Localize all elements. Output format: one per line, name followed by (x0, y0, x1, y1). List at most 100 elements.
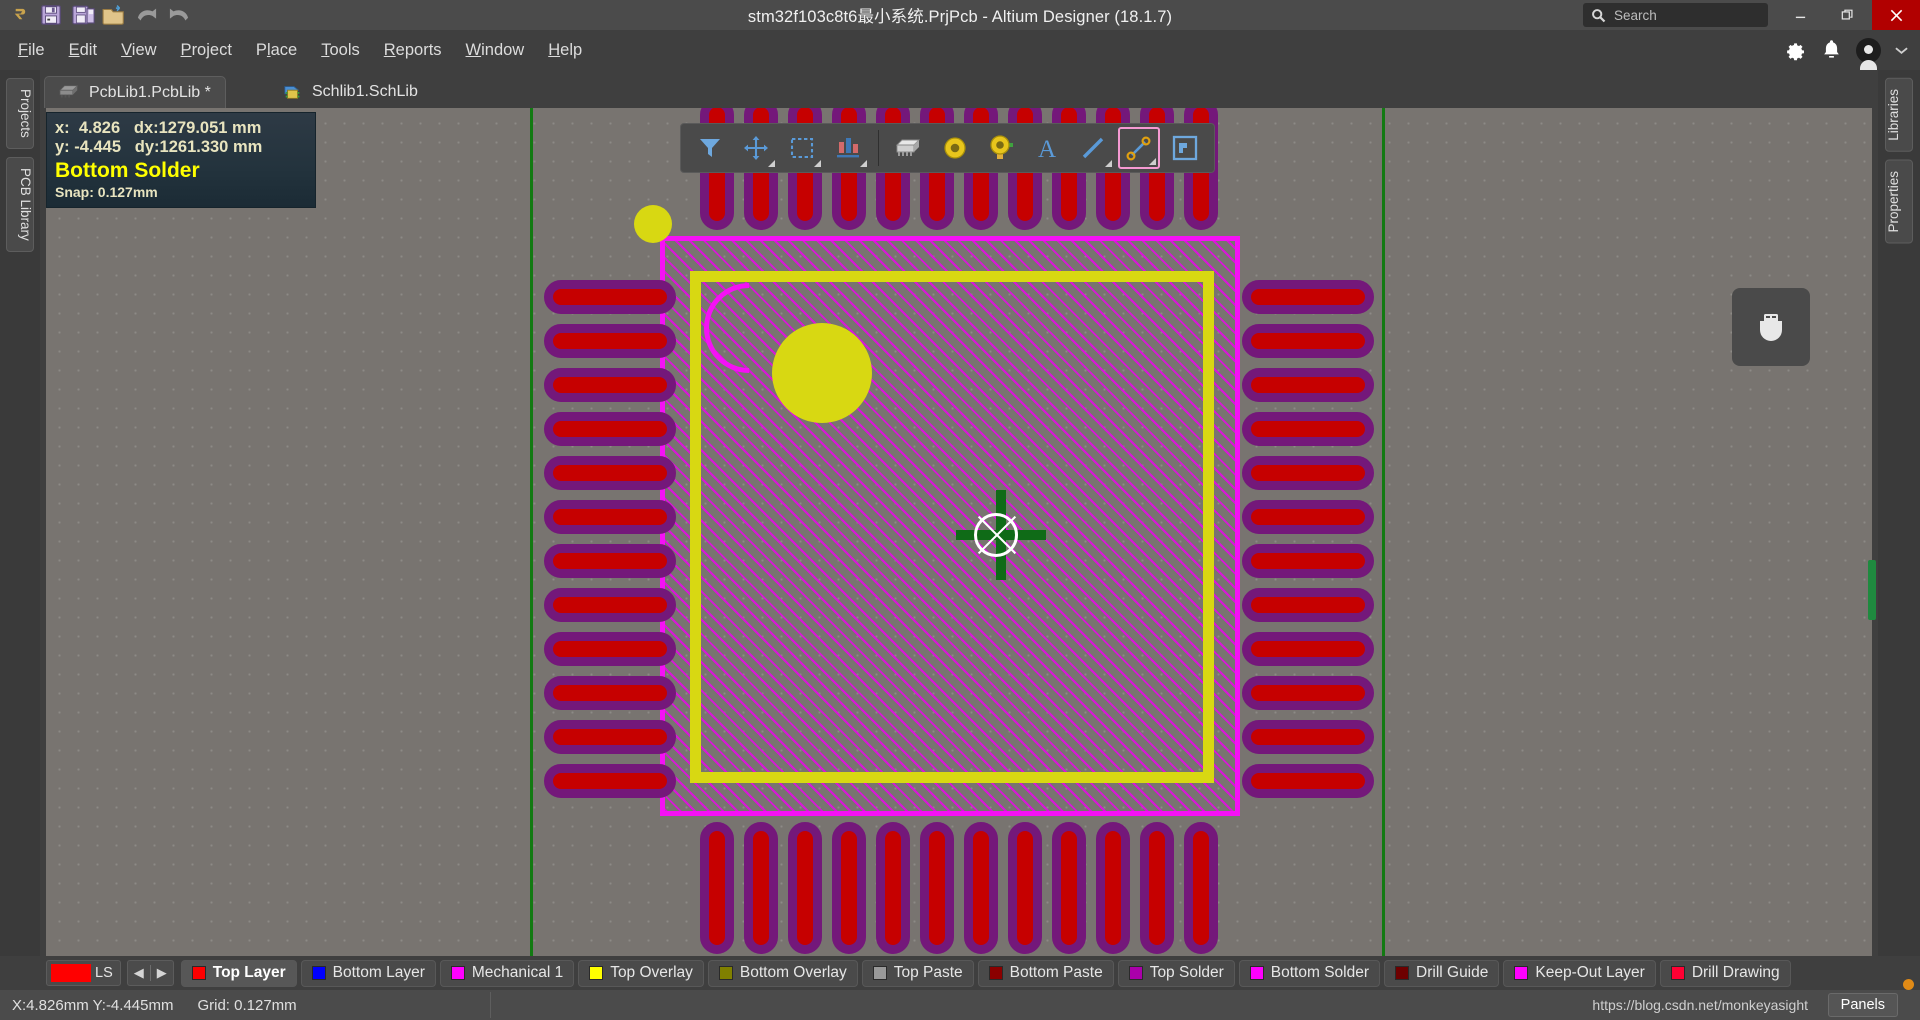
tab-schlib1[interactable]: Schlib1.SchLib (268, 76, 432, 108)
pad-left-4[interactable] (544, 412, 676, 446)
filter-icon[interactable] (689, 127, 731, 169)
pad-right-10[interactable] (1242, 676, 1374, 710)
menu-view[interactable]: View (109, 37, 168, 64)
layer-tab-drill-drawing[interactable]: Drill Drawing (1659, 959, 1791, 987)
component-icon[interactable] (888, 127, 930, 169)
coordinate-hud: x: 4.826 dx:1279.051 mm y: -4.445 dy:126… (46, 112, 316, 209)
polygon-pour-icon[interactable] (1164, 127, 1206, 169)
via-icon[interactable] (980, 127, 1022, 169)
board-shape-icon-button[interactable] (1732, 288, 1810, 366)
pad-bottom-7[interactable] (964, 822, 998, 954)
pad-bottom-5[interactable] (876, 822, 910, 954)
pad-bottom-4[interactable] (832, 822, 866, 954)
save-all-icon[interactable] (68, 1, 98, 29)
move-icon[interactable] (735, 127, 777, 169)
pad-left-2[interactable] (544, 324, 676, 358)
canvas-vertical-scrollbar[interactable] (1868, 560, 1876, 620)
align-icon[interactable] (827, 127, 869, 169)
tab-pcblib1[interactable]: PcbLib1.PcbLib * (44, 76, 226, 108)
route-track-icon[interactable] (1118, 127, 1160, 169)
layer-tab-top-overlay[interactable]: Top Overlay (578, 959, 704, 987)
gear-icon[interactable] (1782, 38, 1807, 63)
layer-tab-bottom-solder[interactable]: Bottom Solder (1238, 959, 1381, 987)
layer-tab-label: Drill Drawing (1691, 964, 1780, 981)
sidebar-item-projects[interactable]: Projects (6, 78, 34, 149)
bell-icon[interactable] (1821, 38, 1842, 62)
pad-left-6[interactable] (544, 500, 676, 534)
pad-bottom-3[interactable] (788, 822, 822, 954)
maximize-restore-button[interactable] (1824, 0, 1872, 30)
redo-icon[interactable] (164, 1, 194, 29)
menu-project[interactable]: Project (169, 37, 244, 64)
pad-bottom-8[interactable] (1008, 822, 1042, 954)
menu-help[interactable]: Help (536, 37, 594, 64)
sidebar-item-libraries[interactable]: Libraries (1885, 78, 1913, 152)
layer-tab-drill-guide[interactable]: Drill Guide (1384, 959, 1500, 987)
pad-left-9[interactable] (544, 632, 676, 666)
layer-set-selector[interactable]: LS (46, 960, 121, 986)
layer-prev-button[interactable]: ◀ (128, 965, 150, 981)
menu-place[interactable]: Place (244, 37, 309, 64)
pad-bottom-10[interactable] (1096, 822, 1130, 954)
pin1-marker-small[interactable] (634, 205, 672, 243)
layerbar-overflow-indicator[interactable] (1903, 979, 1914, 990)
menu-reports[interactable]: Reports (372, 37, 454, 64)
save-icon[interactable] (36, 1, 66, 29)
line-icon[interactable] (1072, 127, 1114, 169)
text-icon[interactable]: A (1026, 127, 1068, 169)
pad-icon[interactable] (934, 127, 976, 169)
pin1-marker-large[interactable] (772, 323, 872, 423)
open-folder-icon[interactable] (100, 1, 130, 29)
pcb-editor-canvas[interactable] (46, 108, 1872, 960)
undo-icon[interactable] (132, 1, 162, 29)
layer-tab-top-layer[interactable]: Top Layer (180, 959, 297, 987)
menu-window[interactable]: Window (454, 37, 537, 64)
layer-tab-bottom-paste[interactable]: Bottom Paste (977, 959, 1114, 987)
account-avatar[interactable] (1856, 37, 1881, 70)
pad-left-12[interactable] (544, 764, 676, 798)
pad-left-8[interactable] (544, 588, 676, 622)
pad-left-7[interactable] (544, 544, 676, 578)
pad-right-2[interactable] (1242, 324, 1374, 358)
search-input[interactable]: Search (1583, 3, 1768, 27)
pad-left-10[interactable] (544, 676, 676, 710)
altium-logo-icon[interactable] (4, 1, 34, 29)
pad-right-11[interactable] (1242, 720, 1374, 754)
pad-bottom-2[interactable] (744, 822, 778, 954)
pad-right-9[interactable] (1242, 632, 1374, 666)
layer-tab-top-paste[interactable]: Top Paste (861, 959, 974, 987)
chevron-down-icon[interactable] (1895, 46, 1908, 55)
pad-right-7[interactable] (1242, 544, 1374, 578)
select-rectangle-icon[interactable] (781, 127, 823, 169)
pad-left-11[interactable] (544, 720, 676, 754)
sidebar-item-properties[interactable]: Properties (1885, 159, 1913, 244)
panels-button[interactable]: Panels (1827, 993, 1898, 1017)
pad-bottom-9[interactable] (1052, 822, 1086, 954)
pad-right-5[interactable] (1242, 456, 1374, 490)
pad-left-3[interactable] (544, 368, 676, 402)
layer-tab-bottom-layer[interactable]: Bottom Layer (300, 959, 436, 987)
close-button[interactable] (1872, 0, 1920, 30)
sidebar-item-pcb-library[interactable]: PCB Library (6, 156, 34, 252)
pad-bottom-12[interactable] (1184, 822, 1218, 954)
layer-tab-top-solder[interactable]: Top Solder (1117, 959, 1235, 987)
pad-right-8[interactable] (1242, 588, 1374, 622)
pad-left-5[interactable] (544, 456, 676, 490)
pad-right-1[interactable] (1242, 280, 1374, 314)
layer-tab-mechanical-1[interactable]: Mechanical 1 (439, 959, 575, 987)
menu-tools[interactable]: Tools (309, 37, 372, 64)
minimize-button[interactable] (1776, 0, 1824, 30)
layer-tab-bottom-overlay[interactable]: Bottom Overlay (707, 959, 858, 987)
menu-edit[interactable]: Edit (57, 37, 109, 64)
pad-right-4[interactable] (1242, 412, 1374, 446)
pad-bottom-1[interactable] (700, 822, 734, 954)
layer-tab-keep-out-layer[interactable]: Keep-Out Layer (1503, 959, 1656, 987)
layer-next-button[interactable]: ▶ (151, 965, 173, 981)
pad-right-6[interactable] (1242, 500, 1374, 534)
pad-bottom-6[interactable] (920, 822, 954, 954)
pad-right-12[interactable] (1242, 764, 1374, 798)
pad-bottom-11[interactable] (1140, 822, 1174, 954)
pad-left-1[interactable] (544, 280, 676, 314)
pad-right-3[interactable] (1242, 368, 1374, 402)
menu-file[interactable]: File (6, 37, 57, 64)
